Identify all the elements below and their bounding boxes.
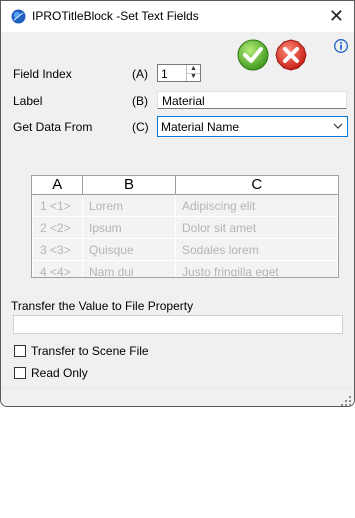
grid-cell-b[interactable]: Lorem: [82, 194, 176, 217]
status-bar: [1, 387, 354, 406]
data-from-dropdown[interactable]: Material Name: [157, 116, 348, 137]
grid-header-a[interactable]: A: [32, 176, 83, 195]
grid-cell-b[interactable]: Quisque: [82, 238, 176, 261]
label-input[interactable]: Material: [157, 91, 347, 109]
cancel-button[interactable]: [275, 39, 307, 71]
title-bar: IPROTitleBlock -Set Text Fields ✕: [1, 1, 354, 32]
field-index-stepper[interactable]: 1 ▲ ▼: [157, 64, 201, 82]
grid-header-c[interactable]: C: [175, 176, 338, 195]
fields-grid[interactable]: A B C 1 <1> Lorem Adipiscing elit 2 <2> …: [31, 175, 339, 278]
scene-file-label[interactable]: Transfer to Scene File: [31, 344, 149, 358]
field-index-value: 1: [161, 67, 168, 81]
grid-header-b[interactable]: B: [82, 176, 176, 195]
label-field-letter: (B): [132, 94, 148, 108]
grid-row[interactable]: 4 <4> Nam dui Justo fringilla eget: [32, 260, 338, 277]
grid-cell-c[interactable]: Sodales lorem: [175, 238, 338, 261]
window-title: IPROTitleBlock -Set Text Fields: [32, 9, 199, 23]
grid-row[interactable]: 1 <1> Lorem Adipiscing elit: [32, 194, 338, 217]
grid-cell-c[interactable]: Adipiscing elit: [175, 194, 338, 217]
data-from-letter: (C): [132, 120, 149, 134]
transfer-property-label: Transfer the Value to File Property: [11, 299, 194, 313]
ok-button[interactable]: [237, 39, 269, 71]
grid-cell-b[interactable]: Ipsum: [82, 216, 176, 239]
grid-cell-c[interactable]: Justo fringilla eget: [175, 260, 338, 277]
set-text-fields-dialog: IPROTitleBlock -Set Text Fields ✕ Field …: [0, 0, 355, 407]
grid-cell-a[interactable]: 3 <3>: [32, 238, 83, 261]
grid-cell-c[interactable]: Dolor sit amet: [175, 216, 338, 239]
grid-cell-b[interactable]: Nam dui: [82, 260, 176, 277]
read-only-label[interactable]: Read Only: [31, 366, 88, 380]
grid-header-row: A B C: [32, 176, 338, 195]
stepper-buttons: ▲ ▼: [186, 65, 200, 81]
grid-cell-a[interactable]: 4 <4>: [32, 260, 83, 277]
grid-cell-a[interactable]: 2 <2>: [32, 216, 83, 239]
label-field-label: Label: [13, 94, 43, 108]
data-from-label: Get Data From: [13, 120, 93, 134]
transfer-property-input[interactable]: [13, 315, 343, 334]
grid-row[interactable]: 3 <3> Quisque Sodales lorem: [32, 238, 338, 261]
data-from-value: Material Name: [161, 120, 240, 134]
scene-file-checkbox[interactable]: [14, 345, 26, 357]
field-index-label: Field Index: [13, 67, 72, 81]
info-icon[interactable]: [334, 39, 348, 53]
grid-row[interactable]: 2 <2> Ipsum Dolor sit amet: [32, 216, 338, 239]
app-globe-icon: [11, 9, 26, 24]
chevron-down-icon: [333, 123, 343, 129]
read-only-checkbox[interactable]: [14, 367, 26, 379]
field-index-letter: (A): [132, 67, 148, 81]
stepper-down-button[interactable]: ▼: [187, 73, 200, 81]
grid-cell-a[interactable]: 1 <1>: [32, 194, 83, 217]
window-close-button[interactable]: ✕: [329, 6, 344, 26]
label-input-value: Material: [162, 94, 205, 108]
resize-grip-icon[interactable]: [341, 396, 351, 406]
